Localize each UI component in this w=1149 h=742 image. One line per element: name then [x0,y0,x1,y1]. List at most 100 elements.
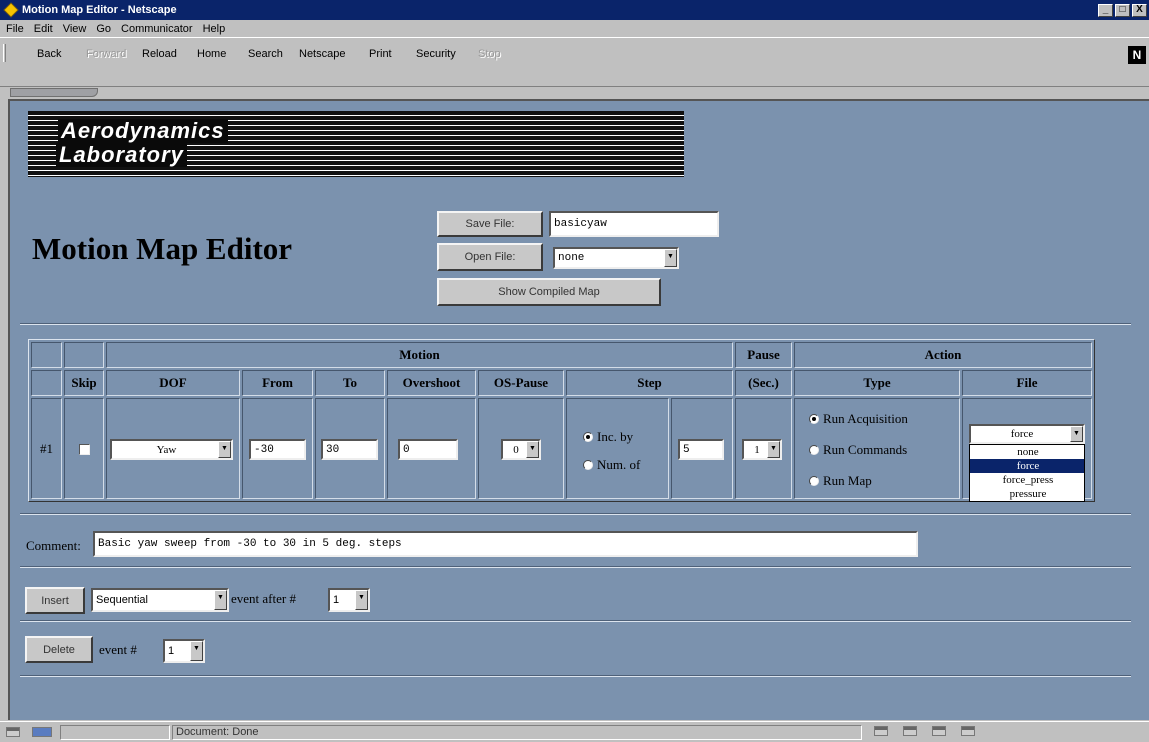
composer-icon[interactable] [961,725,976,736]
dof-cell: Yaw ▼ [106,398,240,499]
print-button[interactable]: Print [369,48,392,60]
dropdown-option-pressure[interactable]: pressure [970,487,1084,501]
dof-select[interactable]: Yaw ▼ [110,439,233,460]
save-file-input[interactable]: basicyaw [549,211,719,237]
insert-mode-value: Sequential [96,594,148,606]
reload-button[interactable]: Reload [142,48,177,60]
skip-cell [64,398,104,499]
menu-edit[interactable]: Edit [30,23,59,35]
step-inc-label: Inc. by [597,429,634,444]
pause-select[interactable]: 1 ▼ [742,439,782,460]
divider [20,620,1131,622]
back-button[interactable]: Back [37,48,61,60]
type-run-acquisition-radio[interactable]: Run Acquisition [809,411,908,427]
header-skip: Skip [64,370,104,396]
insert-after-select[interactable]: 1 ▼ [328,588,370,612]
divider [20,513,1131,515]
row-number: #1 [31,398,62,499]
menu-file[interactable]: File [2,23,30,35]
header-to: To [315,370,385,396]
page-title: Motion Map Editor [32,231,293,266]
type-option-label: Run Commands [823,442,908,457]
step-num-radio[interactable]: Num. of [583,457,640,473]
type-run-map-radio[interactable]: Run Map [809,473,872,489]
insert-button[interactable]: Insert [25,587,85,614]
dropdown-option-force-press[interactable]: force_press [970,473,1084,487]
action-file-value: force [1010,428,1034,440]
security-button[interactable]: Security [416,48,456,60]
file-cell: force ▼ none force force_press pressure [962,398,1092,502]
netscape-throbber-icon[interactable]: N [1128,46,1146,64]
connection-icon [32,727,52,737]
status-bar: Document: Done [0,721,1149,742]
header-file: File [962,370,1092,396]
minimize-button[interactable]: _ [1098,3,1113,17]
close-button[interactable]: X [1132,3,1147,17]
radio-dot [583,432,593,442]
radio-dot [809,445,819,455]
menu-view[interactable]: View [59,23,93,35]
header-num [31,370,62,396]
open-file-button[interactable]: Open File: [437,243,543,271]
delete-button[interactable]: Delete [25,636,93,663]
header-empty-num [31,342,62,368]
from-input[interactable]: -30 [249,439,306,460]
netscape-button[interactable]: Netscape [299,48,345,60]
navigation-toolbar: Back Forward Reload Home Search Netscape… [0,37,1149,87]
save-file-button[interactable]: Save File: [437,211,543,237]
divider [20,675,1131,677]
chevron-down-icon: ▼ [214,590,227,610]
menu-help[interactable]: Help [199,23,232,35]
security-lock-icon[interactable] [6,727,20,737]
action-file-select[interactable]: force ▼ [969,424,1085,444]
menu-bar: File Edit View Go Communicator Help [0,20,1149,37]
chevron-down-icon: ▼ [355,590,368,610]
forward-button[interactable]: Forward [86,48,126,60]
type-option-label: Run Map [823,473,872,488]
header-from: From [242,370,313,396]
chevron-down-icon: ▼ [190,641,203,661]
menu-communicator[interactable]: Communicator [117,23,199,35]
maximize-button[interactable]: □ [1115,3,1130,17]
delete-event-select[interactable]: 1 ▼ [163,639,205,663]
open-file-select[interactable]: none ▼ [553,247,679,269]
show-compiled-map-button[interactable]: Show Compiled Map [437,278,661,306]
search-button[interactable]: Search [248,48,283,60]
discussions-icon[interactable] [932,725,947,736]
banner-line-1: Aerodynamics [58,119,228,143]
toolbar-grip[interactable] [3,44,6,62]
mail-icon[interactable] [903,725,918,736]
window-title-bar[interactable]: Motion Map Editor - Netscape _ □ X [0,0,1149,20]
to-input[interactable]: 30 [321,439,378,460]
type-option-label: Run Acquisition [823,411,908,426]
stop-button[interactable]: Stop [478,48,501,60]
type-run-commands-radio[interactable]: Run Commands [809,442,907,458]
header-pause-sec: (Sec.) [735,370,792,396]
skip-checkbox[interactable] [79,443,90,455]
comment-input[interactable]: Basic yaw sweep from -30 to 30 in 5 deg.… [93,531,918,557]
insert-mode-select[interactable]: Sequential ▼ [91,588,229,612]
dropdown-option-none[interactable]: none [970,445,1084,459]
pause-value: 1 [754,443,760,456]
delete-event-label: event # [99,642,137,657]
netscape-app-icon [3,2,19,18]
aerodynamics-lab-banner: Aerodynamics Laboratory [28,111,684,177]
pause-cell: 1 ▼ [735,398,792,499]
overshoot-cell: 0 [387,398,476,499]
open-file-value: none [558,252,585,264]
location-bar-tab[interactable] [10,88,98,97]
menu-go[interactable]: Go [92,23,117,35]
home-button[interactable]: Home [197,48,226,60]
step-inc-radio[interactable]: Inc. by [583,429,633,445]
header-pause: Pause [735,342,792,368]
insert-after-label: event after # [231,591,296,606]
header-type: Type [794,370,960,396]
overshoot-input[interactable]: 0 [398,439,458,460]
insert-after-value: 1 [333,594,340,606]
navigator-icon[interactable] [874,725,888,736]
header-overshoot: Overshoot [387,370,476,396]
header-os-pause: OS-Pause [478,370,564,396]
os-pause-select[interactable]: 0 ▼ [501,439,541,460]
step-value-input[interactable]: 5 [678,439,724,460]
dropdown-option-force[interactable]: force [970,459,1084,473]
